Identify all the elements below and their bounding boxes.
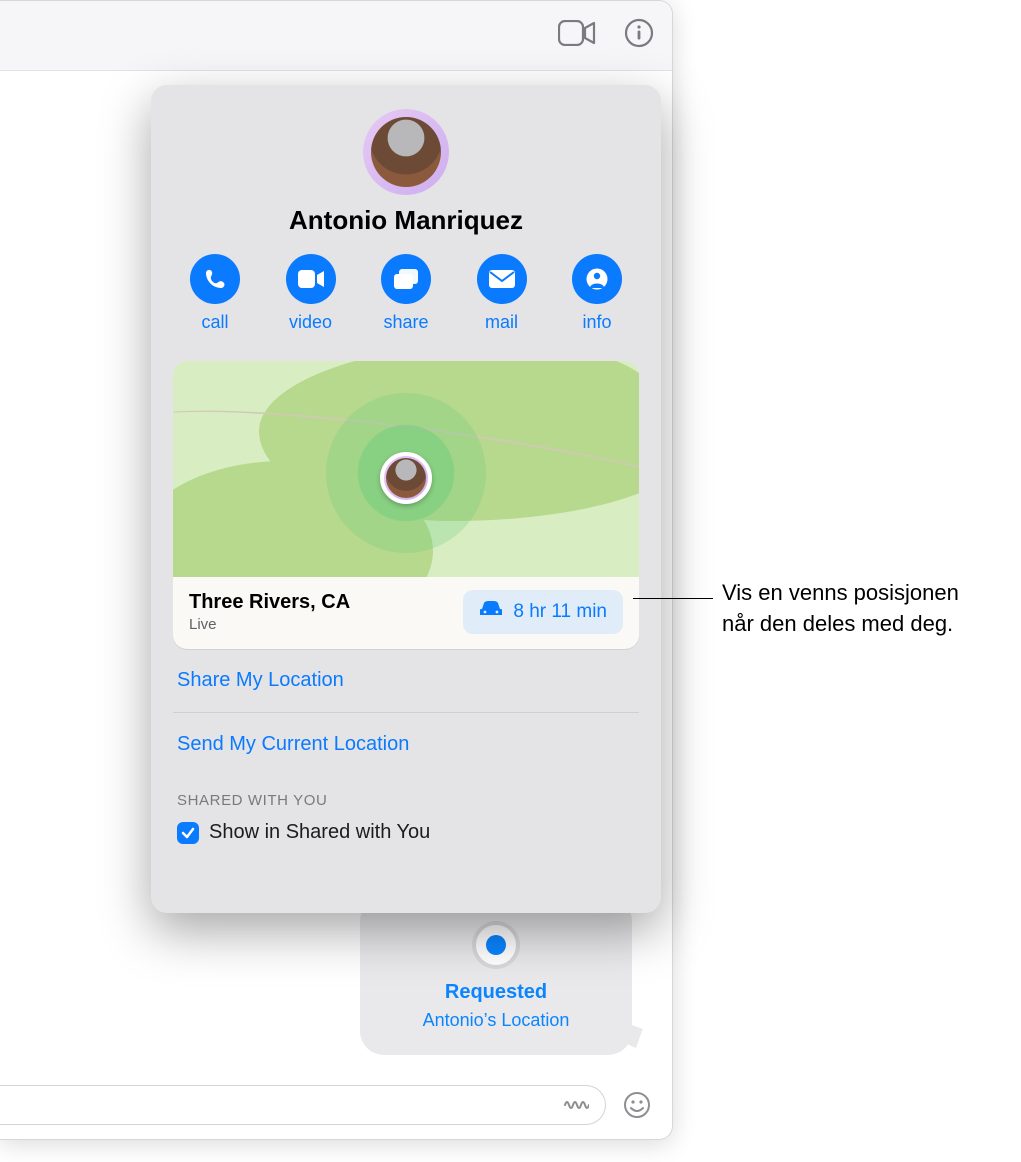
call-label: call — [201, 312, 228, 333]
mail-icon — [477, 254, 527, 304]
video-button[interactable]: video — [275, 254, 347, 333]
location-card[interactable]: Three Rivers, CA Live 8 hr 11 min — [173, 361, 639, 649]
callout-line1: Vis en venns posisjonen — [722, 580, 959, 605]
conversation-toolbar — [0, 1, 672, 71]
share-label: share — [383, 312, 428, 333]
location-city: Three Rivers, CA — [189, 591, 350, 614]
location-pin-avatar — [380, 452, 432, 504]
memoji-icon — [371, 117, 441, 187]
directions-eta-button[interactable]: 8 hr 11 min — [463, 590, 623, 634]
request-title: Requested — [445, 981, 547, 1004]
info-button[interactable]: info — [561, 254, 633, 333]
send-current-location-link[interactable]: Send My Current Location — [173, 713, 639, 776]
callout-line2: når den deles med deg. — [722, 611, 953, 636]
memoji-icon — [386, 458, 426, 498]
callout-text: Vis en venns posisjonen når den deles me… — [722, 578, 1012, 640]
share-button[interactable]: share — [370, 254, 442, 333]
contact-avatar[interactable] — [363, 109, 449, 195]
phone-icon — [190, 254, 240, 304]
video-icon — [286, 254, 336, 304]
show-in-shared-toggle-row[interactable]: Show in Shared with You — [173, 817, 639, 844]
compose-row — [0, 1081, 672, 1139]
eta-text: 8 hr 11 min — [513, 601, 607, 623]
callout-leader-line — [633, 598, 713, 599]
contact-details-popover: Antonio Manriquez call video share mail — [151, 85, 661, 913]
audio-message-button[interactable] — [559, 1088, 593, 1122]
info-label: info — [582, 312, 611, 333]
message-input[interactable] — [0, 1085, 606, 1125]
video-label: video — [289, 312, 332, 333]
contact-action-row: call video share mail info — [173, 254, 639, 333]
person-icon — [572, 254, 622, 304]
mail-label: mail — [485, 312, 518, 333]
contact-name: Antonio Manriquez — [173, 205, 639, 236]
location-footer: Three Rivers, CA Live 8 hr 11 min — [173, 577, 639, 649]
show-in-shared-label: Show in Shared with You — [209, 821, 430, 844]
request-subtitle: Antonio’s Location — [423, 1010, 570, 1031]
facetime-video-button[interactable] — [558, 20, 596, 51]
details-info-button[interactable] — [624, 18, 654, 53]
checkbox-checked-icon[interactable] — [177, 822, 199, 844]
call-button[interactable]: call — [179, 254, 251, 333]
share-screen-icon — [381, 254, 431, 304]
shared-with-you-header: SHARED WITH YOU — [173, 776, 639, 817]
emoji-picker-button[interactable] — [620, 1088, 654, 1122]
car-icon — [479, 600, 503, 624]
location-request-message[interactable]: Requested Antonio’s Location — [360, 897, 632, 1055]
location-status: Live — [189, 616, 350, 633]
map-preview[interactable] — [173, 361, 639, 577]
share-my-location-link[interactable]: Share My Location — [173, 649, 639, 712]
mail-button[interactable]: mail — [466, 254, 538, 333]
location-dot-icon — [472, 921, 520, 969]
